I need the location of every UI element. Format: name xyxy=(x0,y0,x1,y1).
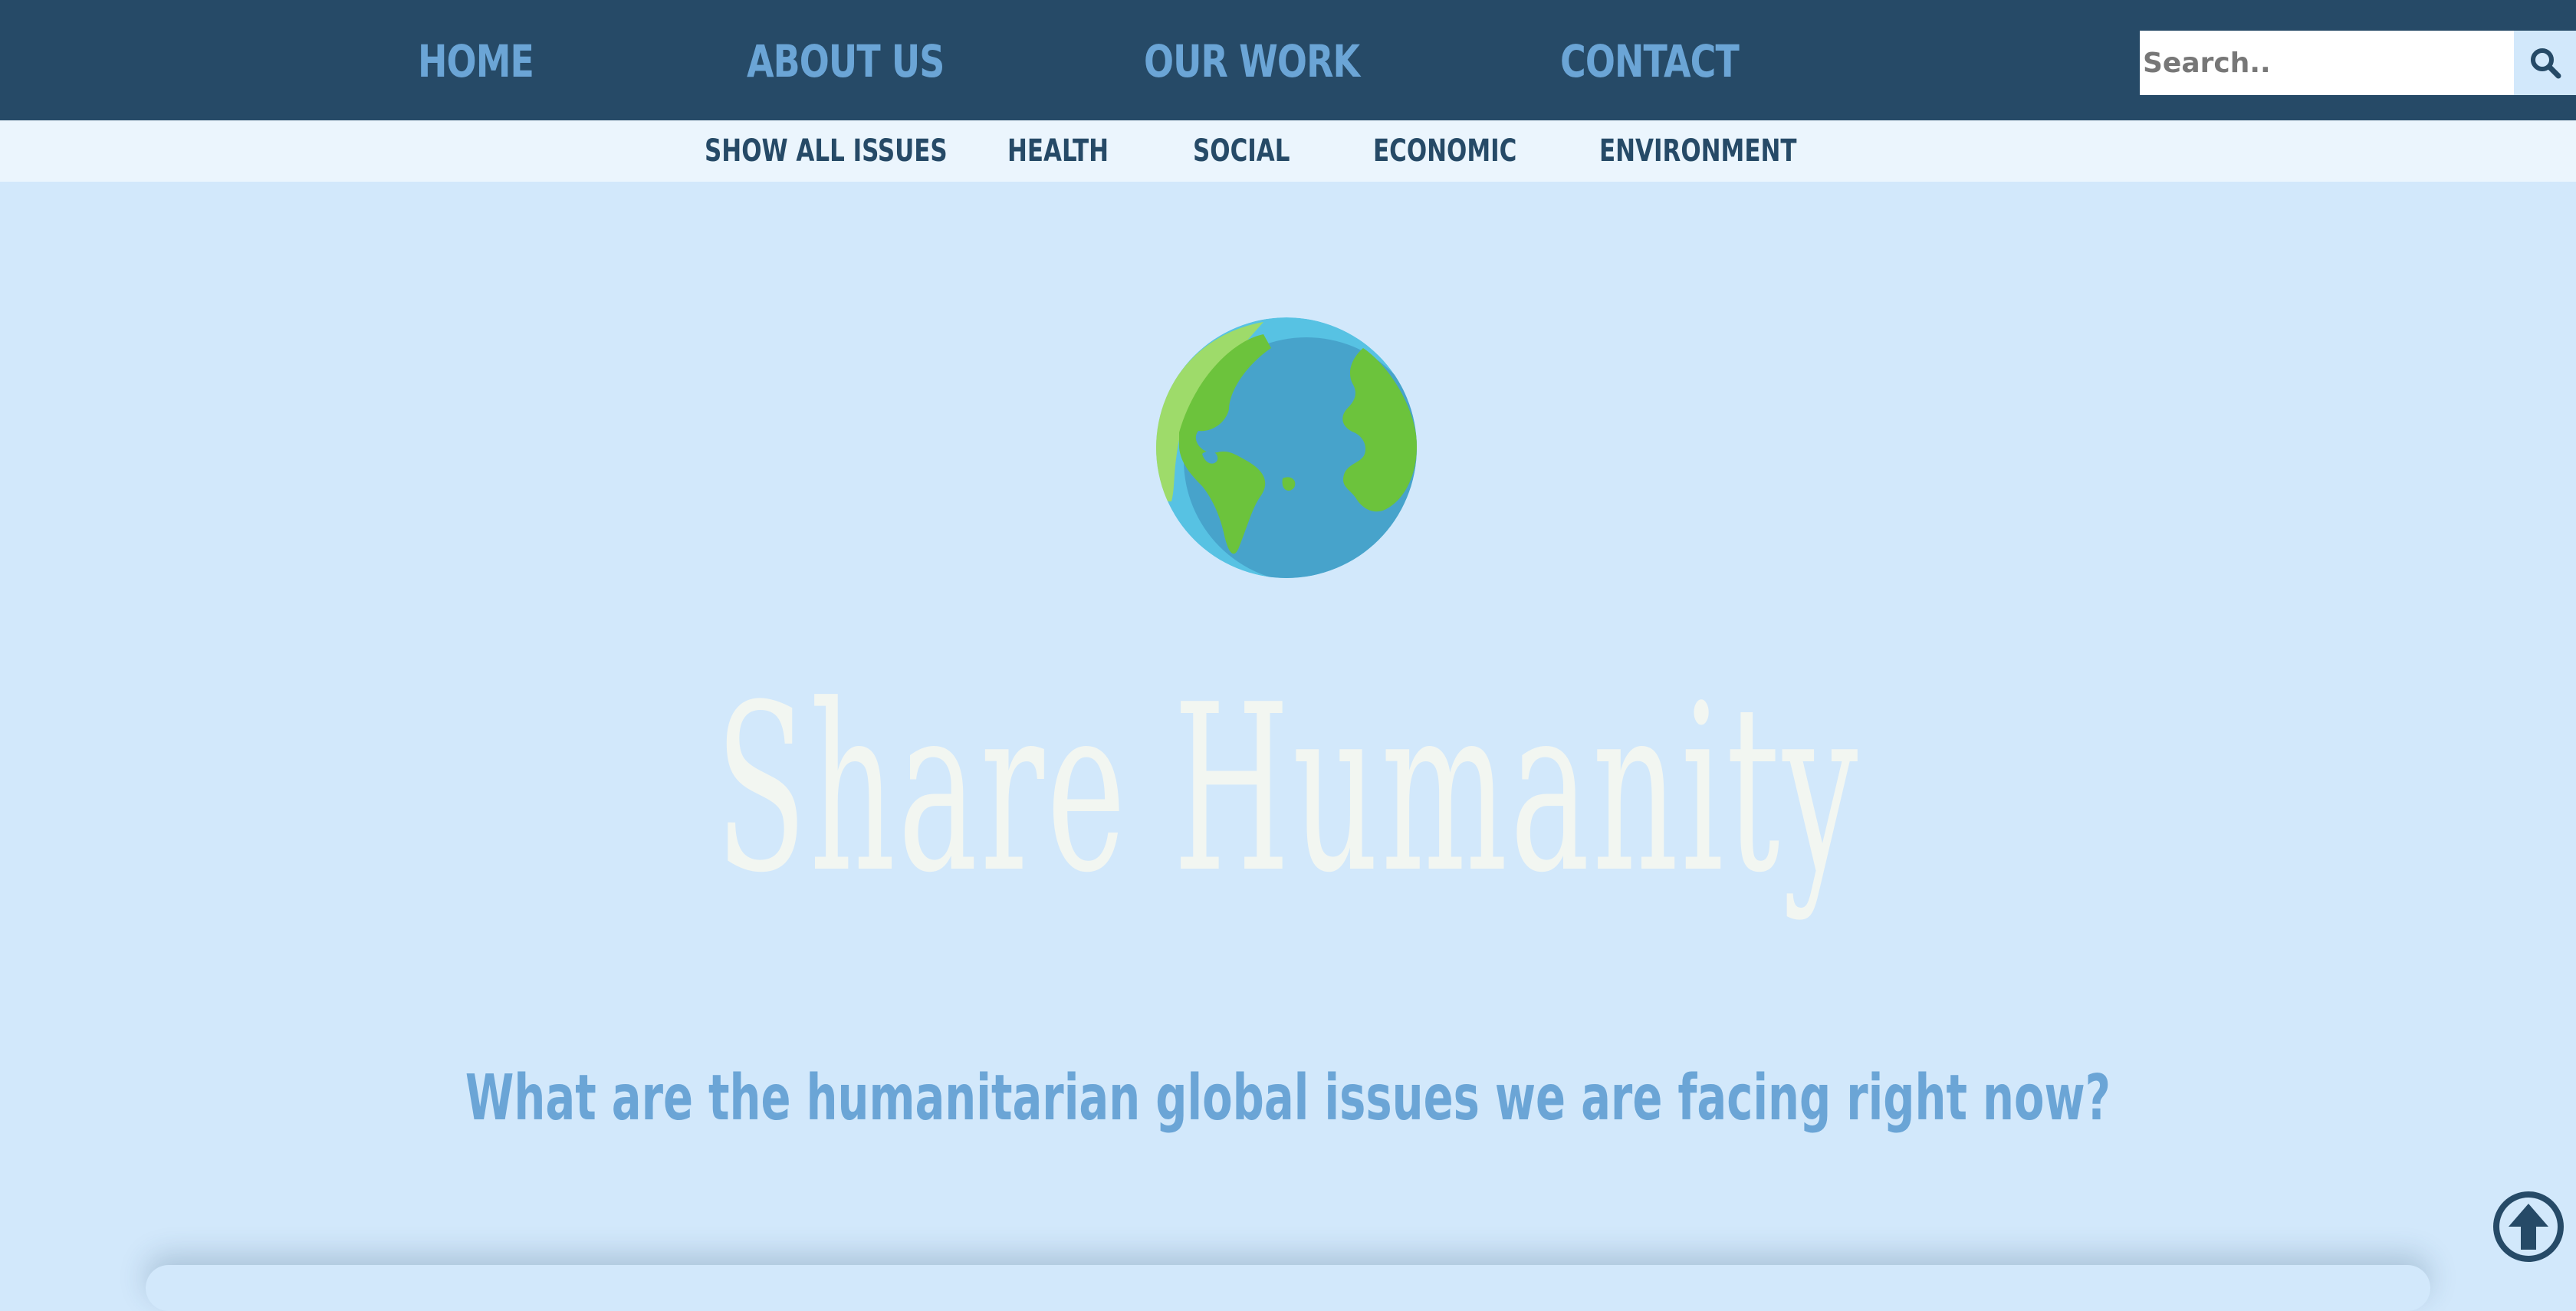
filter-health[interactable]: HEALTH xyxy=(1007,120,1109,182)
filter-economic[interactable]: ECONOMIC xyxy=(1373,120,1516,182)
search-icon xyxy=(2531,48,2561,79)
nav-contact-link[interactable]: CONTACT xyxy=(1560,31,1740,92)
nav-home-link[interactable]: HOME xyxy=(418,31,534,92)
filter-environment[interactable]: ENVIRONMENT xyxy=(1599,120,1797,182)
filter-show-all-issues[interactable]: SHOW ALL ISSUES xyxy=(705,120,948,182)
globe-icon xyxy=(1156,317,1417,578)
arrow-up-icon xyxy=(2499,1198,2558,1256)
top-navigation: HOME ABOUT US OUR WORK CONTACT xyxy=(0,0,2576,120)
site-title: Share Humanity xyxy=(715,656,1861,923)
nav-about-us-link[interactable]: ABOUT US xyxy=(747,31,945,92)
search-button[interactable] xyxy=(2514,31,2576,95)
issues-sub-navigation: SHOW ALL ISSUES HEALTH SOCIAL ECONOMIC E… xyxy=(0,120,2576,182)
hero-subtitle: What are the humanitarian global issues … xyxy=(465,1062,2111,1135)
filter-social[interactable]: SOCIAL xyxy=(1193,120,1290,182)
search-input[interactable] xyxy=(2140,31,2514,95)
nav-our-work-link[interactable]: OUR WORK xyxy=(1144,31,1360,92)
back-to-top-button[interactable] xyxy=(2493,1191,2564,1262)
content-section-top-edge xyxy=(146,1265,2430,1311)
